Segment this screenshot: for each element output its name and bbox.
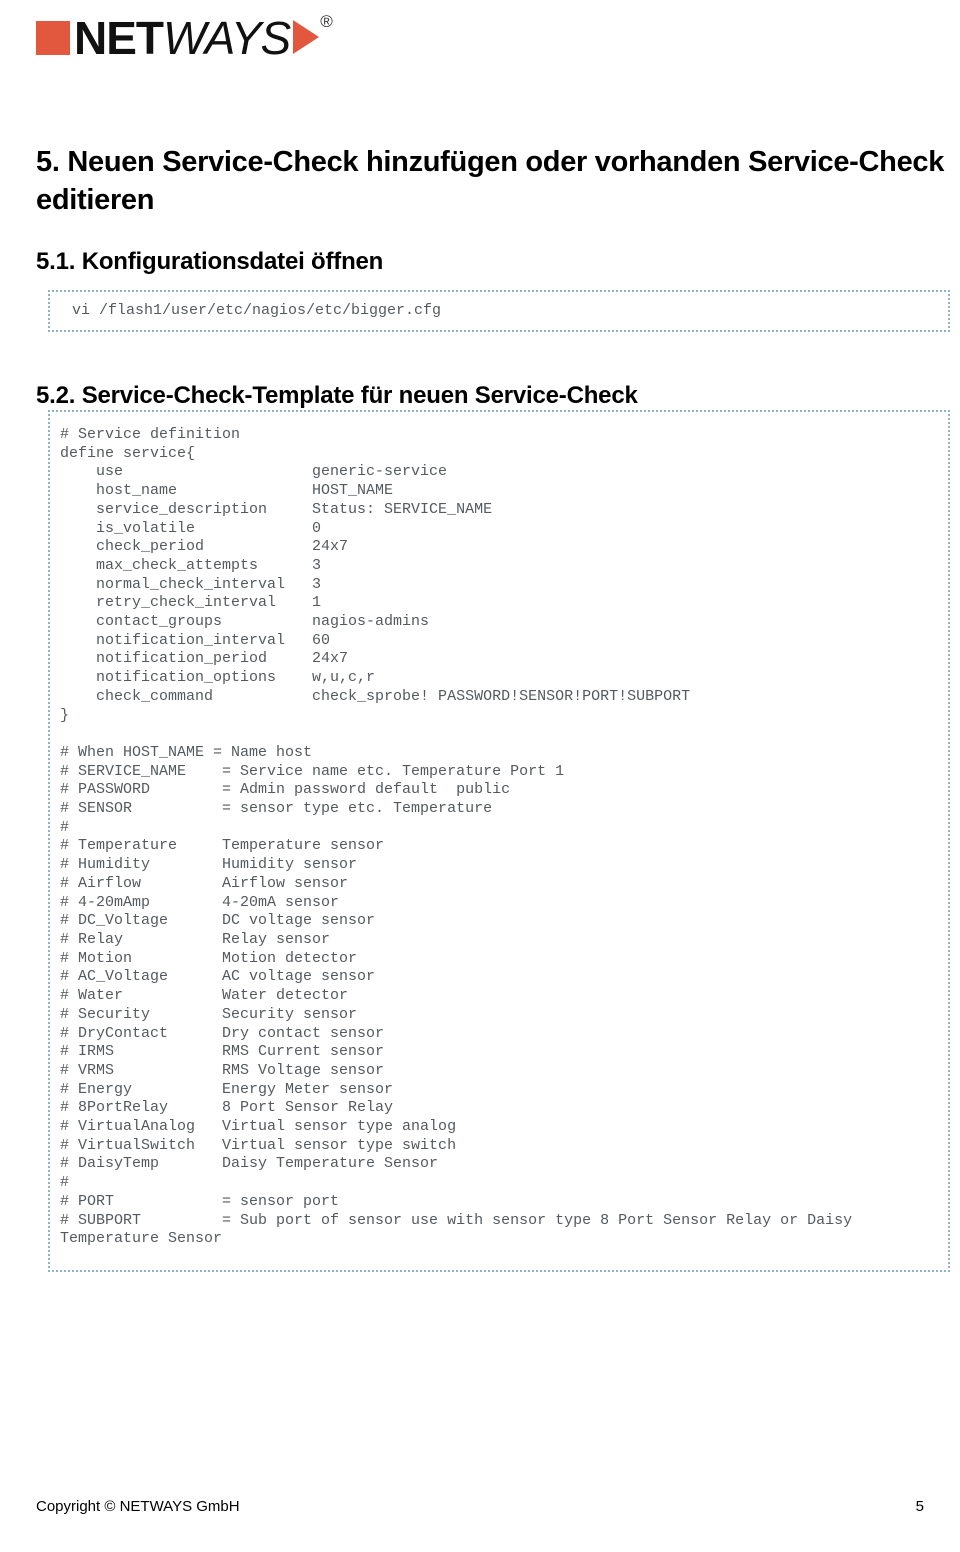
code-box-service-template: # Service definition define service{ use… — [48, 410, 950, 1272]
code-open-config-command: vi /flash1/user/etc/nagios/etc/bigger.cf… — [72, 301, 442, 319]
code-service-template: # Service definition define service{ use… — [60, 426, 853, 1248]
footer-page-number: 5 — [915, 1498, 924, 1515]
logo-square-icon — [36, 21, 70, 55]
logo-text-net: NET — [74, 12, 164, 64]
subheading-section-5-1: 5.1. Konfigurationsdatei öffnen — [36, 247, 384, 275]
subheading-section-5-2: 5.2. Service-Check-Template für neuen Se… — [36, 381, 638, 409]
logo-text-ways: WAYS — [163, 12, 291, 64]
code-box-open-config: vi /flash1/user/etc/nagios/etc/bigger.cf… — [48, 290, 950, 332]
page-title-section-5: 5. Neuen Service-Check hinzufügen oder v… — [36, 146, 945, 216]
registered-trademark-icon: ® — [320, 12, 333, 31]
footer-copyright: Copyright © NETWAYS GmbH — [36, 1498, 240, 1515]
page-footer: Copyright © NETWAYS GmbH 5 — [36, 1498, 924, 1515]
netways-logo: NET WAYS ® — [36, 10, 333, 66]
logo-triangle-icon — [293, 20, 320, 54]
